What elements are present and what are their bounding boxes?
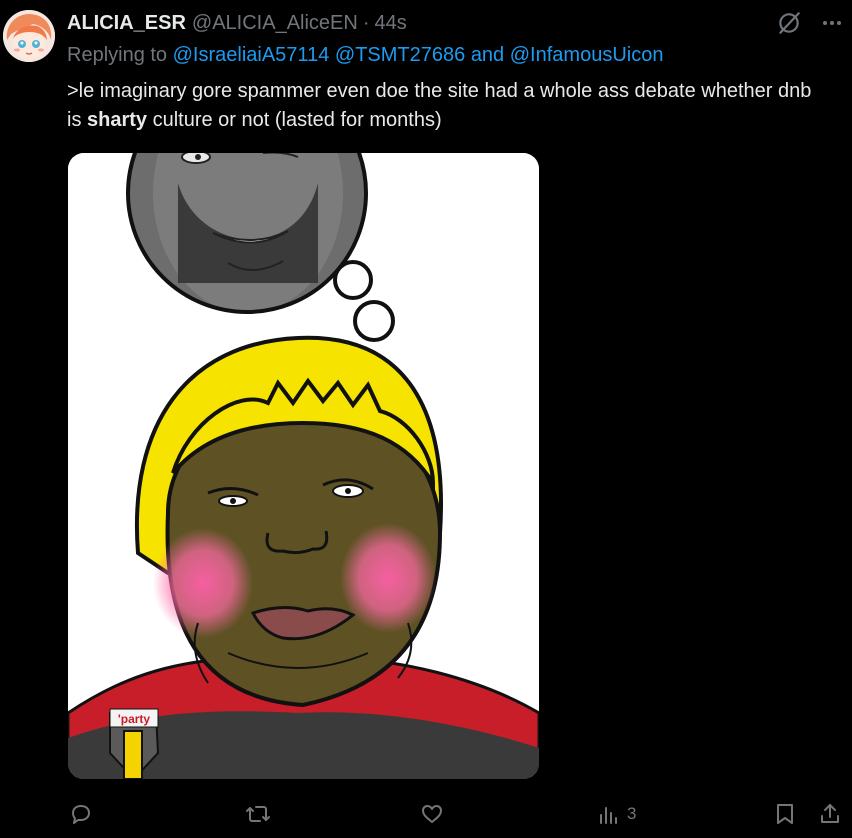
replying-prefix: Replying to [67, 44, 168, 66]
bookmark-icon [777, 804, 793, 824]
share-icon [821, 804, 839, 823]
tweet-text-part: culture or not (lasted for months) [147, 109, 442, 131]
retweet-icon [246, 806, 270, 822]
mention-link[interactable]: @TSMT27686 [335, 44, 465, 66]
separator-dot: · [362, 11, 370, 34]
mention-link[interactable]: @IsraeliaiA57114 [173, 44, 330, 66]
tweet-text: >le imaginary gore spammer even doe the … [67, 77, 827, 135]
views-button[interactable]: 3 [597, 796, 636, 832]
retweet-button[interactable] [245, 796, 271, 832]
shirt-badge-text: 'party [118, 712, 151, 726]
grok-icon[interactable] [776, 10, 802, 36]
tweet-header: ALICIA_ESR @ALICIA_AliceEN · 44s [67, 10, 407, 36]
avatar-image [3, 10, 55, 62]
views-count: 3 [627, 804, 637, 823]
bookmark-button[interactable] [774, 796, 796, 832]
reply-button[interactable] [69, 796, 93, 832]
meme-illustration: 'party [68, 153, 539, 779]
reply-icon [72, 805, 90, 824]
mention-joiner: and [470, 44, 505, 66]
share-button[interactable] [818, 796, 842, 832]
tweet-text-bold: sharty [87, 109, 148, 131]
tweet-media-image[interactable]: 'party [68, 153, 539, 779]
replying-to: Replying to @IsraeliaiA57114 @TSMT27686 … [67, 44, 663, 67]
tweet-top-actions [776, 10, 844, 36]
more-icon[interactable] [820, 11, 844, 35]
tweet-action-bar: 3 [0, 796, 852, 832]
timestamp[interactable]: 44s [375, 12, 407, 35]
user-handle[interactable]: @ALICIA_AliceEN [192, 12, 358, 35]
like-icon [422, 805, 442, 823]
mention-link[interactable]: @InfamousUicon [510, 44, 664, 66]
avatar[interactable] [3, 10, 55, 62]
views-icon [600, 807, 617, 824]
display-name[interactable]: ALICIA_ESR [67, 12, 186, 35]
like-button[interactable] [420, 796, 444, 832]
